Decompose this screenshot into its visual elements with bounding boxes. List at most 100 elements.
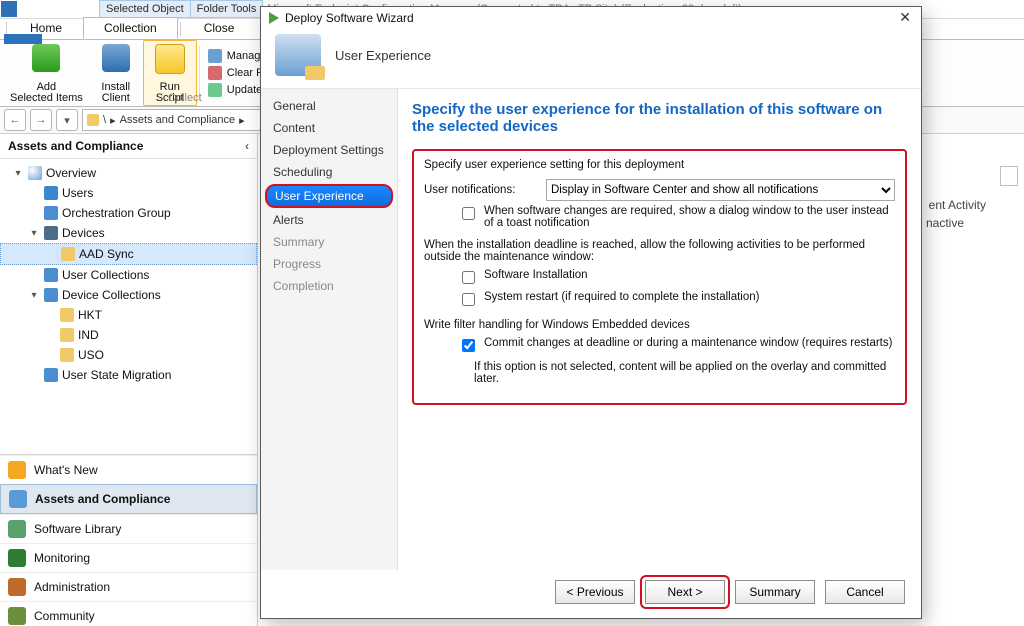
search-input[interactable] — [1000, 166, 1018, 186]
tree-orchestration[interactable]: Orchestration Group — [0, 203, 257, 223]
step-summary[interactable]: Summary — [261, 231, 397, 253]
tree-uso[interactable]: USO — [0, 345, 257, 365]
user-notifications-label: User notifications: — [424, 184, 536, 196]
folder-icon — [60, 348, 74, 362]
plus-icon — [32, 44, 60, 72]
orchestration-icon — [44, 206, 58, 220]
pane-monitoring[interactable]: Monitoring — [0, 543, 257, 572]
dialog-window-label: When software changes are required, show… — [484, 205, 895, 229]
page-instruction: Specify user experience setting for this… — [424, 159, 895, 171]
step-progress[interactable]: Progress — [261, 253, 397, 275]
admin-icon — [8, 578, 26, 596]
previous-button[interactable]: < Previous — [555, 580, 635, 604]
chevron-left-icon[interactable]: ‹ — [245, 139, 249, 153]
devices-icon — [44, 226, 58, 240]
dialog-window-checkbox[interactable] — [462, 207, 475, 220]
nav-back-button[interactable]: ← — [4, 109, 26, 131]
star-icon — [8, 461, 26, 479]
nav-forward-button[interactable]: → — [30, 109, 52, 131]
pane-software-library[interactable]: Software Library — [0, 514, 257, 543]
tree-hkt[interactable]: HKT — [0, 305, 257, 325]
step-general[interactable]: General — [261, 95, 397, 117]
navigation-tree: ▾Overview Users Orchestration Group ▾Dev… — [0, 159, 257, 454]
pane-community[interactable]: Community — [0, 601, 257, 626]
cell-inactive: nactive — [926, 216, 964, 230]
tree-overview[interactable]: ▾Overview — [0, 163, 257, 183]
script-icon — [155, 44, 185, 74]
install-icon — [102, 44, 130, 72]
step-deployment-settings[interactable]: Deployment Settings — [261, 139, 397, 161]
users-icon — [44, 186, 58, 200]
commit-hint: If this option is not selected, content … — [474, 361, 895, 385]
selected-object-tab[interactable]: Selected Object — [99, 0, 191, 18]
computer-icon — [275, 34, 321, 76]
community-icon — [8, 607, 26, 625]
deploy-software-wizard: Deploy Software Wizard ✕ User Experience… — [260, 6, 922, 619]
system-restart-checkbox[interactable] — [462, 293, 475, 306]
deadline-paragraph: When the installation deadline is reache… — [424, 239, 895, 263]
tree-panel-title: Assets and Compliance ‹ — [0, 134, 257, 159]
folder-tools-tab[interactable]: Folder Tools — [191, 0, 264, 18]
assets-icon — [9, 490, 27, 508]
step-content[interactable]: Content — [261, 117, 397, 139]
pane-administration[interactable]: Administration — [0, 572, 257, 601]
tree-ind[interactable]: IND — [0, 325, 257, 345]
page-title: Specify the user experience for the inst… — [412, 101, 907, 135]
add-selected-items-button[interactable]: Add Selected Items — [4, 40, 89, 106]
software-install-label: Software Installation — [484, 269, 588, 281]
tree-device-collections[interactable]: ▾Device Collections — [0, 285, 257, 305]
cancel-button[interactable]: Cancel — [825, 580, 905, 604]
step-alerts[interactable]: Alerts — [261, 209, 397, 231]
step-scheduling[interactable]: Scheduling — [261, 161, 397, 183]
context-tool-tabs: Selected Object Folder Tools — [99, 0, 263, 18]
folder-icon — [61, 247, 75, 261]
user-coll-icon — [44, 268, 58, 282]
dialog-titlebar: Deploy Software Wizard ✕ — [261, 7, 921, 28]
column-header-clientactivity[interactable]: ent Activity — [929, 198, 986, 212]
software-install-checkbox[interactable] — [462, 271, 475, 284]
ribbon-tab-close[interactable]: Close — [183, 17, 256, 39]
file-menu-button[interactable] — [4, 34, 42, 44]
system-restart-label: System restart (if required to complete … — [484, 291, 759, 303]
ribbon-group-label: Collect — [168, 92, 202, 104]
affinity-icon — [208, 49, 222, 63]
workspace-selector: What's New Assets and Compliance Softwar… — [0, 454, 257, 626]
membership-icon — [208, 83, 222, 97]
system-menu-icon[interactable] — [1, 1, 17, 17]
nav-history-button[interactable]: ▾ — [56, 109, 78, 131]
folder-icon — [60, 328, 74, 342]
tree-user-collections[interactable]: User Collections — [0, 265, 257, 285]
wizard-steps: General Content Deployment Settings Sche… — [261, 89, 398, 570]
library-icon — [8, 520, 26, 538]
summary-button[interactable]: Summary — [735, 580, 815, 604]
monitoring-icon — [8, 549, 26, 567]
user-notifications-select[interactable]: Display in Software Center and show all … — [546, 179, 895, 201]
wizard-icon — [269, 12, 279, 24]
dialog-title: Deploy Software Wizard — [285, 11, 414, 25]
next-button[interactable]: Next > — [645, 580, 725, 604]
step-completion[interactable]: Completion — [261, 275, 397, 297]
tree-devices[interactable]: ▾Devices — [0, 223, 257, 243]
folder-icon — [60, 308, 74, 322]
pane-whats-new[interactable]: What's New — [0, 455, 257, 484]
ribbon-tab-collection[interactable]: Collection — [83, 17, 178, 39]
dialog-header-text: User Experience — [335, 48, 431, 63]
tree-aadsync[interactable]: AAD Sync — [0, 243, 257, 265]
close-button[interactable]: ✕ — [895, 9, 915, 26]
home-icon — [28, 166, 42, 180]
write-filter-paragraph: Write filter handling for Windows Embedd… — [424, 319, 895, 331]
commit-changes-checkbox[interactable] — [462, 339, 475, 352]
folder-icon — [87, 114, 99, 126]
tree-users[interactable]: Users — [0, 183, 257, 203]
wizard-button-row: < Previous Next > Summary Cancel — [261, 570, 921, 618]
pxe-icon — [208, 66, 222, 80]
pane-assets-compliance[interactable]: Assets and Compliance — [0, 484, 257, 514]
tree-usm[interactable]: User State Migration — [0, 365, 257, 385]
dev-coll-icon — [44, 288, 58, 302]
dialog-header: User Experience — [261, 28, 921, 89]
wizard-page: Specify the user experience for the inst… — [398, 89, 921, 570]
step-user-experience[interactable]: User Experience — [265, 184, 393, 208]
commit-changes-label: Commit changes at deadline or during a m… — [484, 337, 892, 349]
settings-highlight-frame: Specify user experience setting for this… — [412, 149, 907, 405]
install-client-button[interactable]: Install Client — [89, 40, 143, 106]
